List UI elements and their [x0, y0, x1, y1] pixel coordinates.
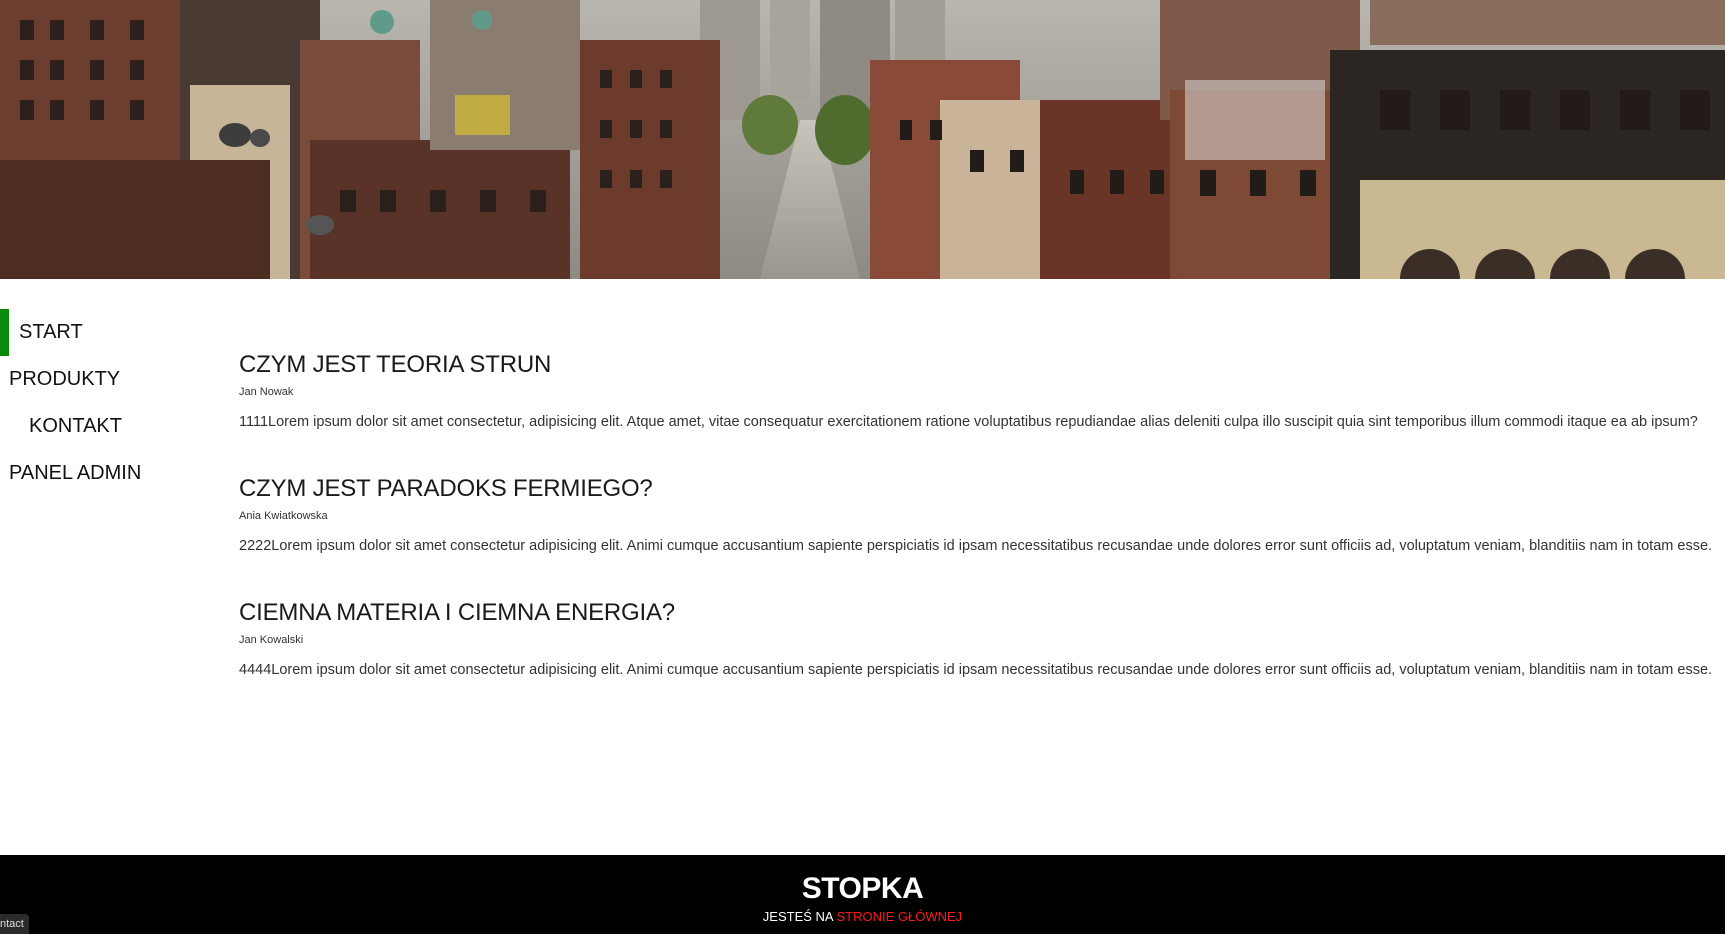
header-banner-image	[0, 0, 1725, 279]
footer: STOPKA JESTEŚ NA STRONIE GŁÓWNEJ	[0, 855, 1725, 934]
article-author: Ania Kwiatkowska	[239, 510, 328, 522]
article-body: 1111Lorem ipsum dolor sit amet consectet…	[239, 414, 1698, 430]
nav-item-panel-admin[interactable]: PANEL ADMIN	[0, 450, 200, 497]
article-author: Jan Nowak	[239, 386, 294, 398]
footer-note-highlight: STRONIE GŁÓWNEJ	[836, 909, 963, 924]
footer-title: STOPKA	[801, 872, 924, 905]
sidebar-nav: START PRODUKTY KONTAKT PANEL ADMIN	[0, 309, 200, 497]
article-title: CZYM JEST PARADOKS FERMIEGO?	[239, 475, 653, 502]
footer-note-prefix: JESTEŚ NA	[762, 909, 833, 924]
article-title: CIEMNA MATERIA I CIEMNA ENERGIA?	[239, 599, 675, 626]
article-body: 2222Lorem ipsum dolor sit amet consectet…	[239, 538, 1713, 554]
nav-item-produkty[interactable]: PRODUKTY	[0, 356, 200, 403]
article: CIEMNA MATERIA I CIEMNA ENERGIA? Jan Kow…	[239, 596, 1719, 680]
article-author: Jan Kowalski	[239, 634, 304, 646]
article: CZYM JEST TEORIA STRUN Jan Nowak 1111Lor…	[239, 348, 1719, 432]
articles-list: CZYM JEST TEORIA STRUN Jan Nowak 1111Lor…	[239, 348, 1719, 720]
nav-item-kontakt[interactable]: KONTAKT	[0, 403, 200, 450]
footer-location-note: JESTEŚ NA STRONIE GŁÓWNEJ	[0, 908, 1725, 926]
article-body: 4444Lorem ipsum dolor sit amet consectet…	[239, 662, 1713, 678]
contact-corner-tag[interactable]: ntact	[0, 914, 29, 934]
city-street-illustration	[0, 0, 1725, 279]
nav-item-start[interactable]: START	[0, 309, 200, 356]
article: CZYM JEST PARADOKS FERMIEGO? Ania Kwiatk…	[239, 472, 1719, 556]
article-title: CZYM JEST TEORIA STRUN	[239, 351, 552, 378]
